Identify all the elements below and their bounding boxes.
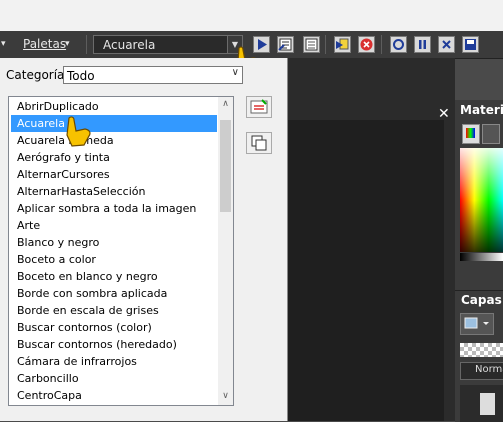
list-item[interactable]: Blanco y negro <box>9 234 217 251</box>
copy-icon <box>251 135 267 151</box>
stop-red-icon <box>360 38 373 51</box>
list-item[interactable]: CentroCapa <box>9 387 217 404</box>
toolbar-separator <box>381 35 382 54</box>
list-item[interactable]: AlternarHastaSelección <box>9 183 217 200</box>
script-output-button[interactable] <box>334 36 351 53</box>
list-item[interactable]: AlternarCursores <box>9 166 217 183</box>
new-layer-button[interactable] <box>460 313 494 335</box>
hand-pointer-icon <box>66 116 91 147</box>
frame-tab-icon[interactable] <box>462 124 480 144</box>
stop-record-button[interactable] <box>438 36 455 53</box>
layer-opacity-checker <box>460 343 503 357</box>
script-list[interactable]: AbrirDuplicado Acuarela Acuarela húmeda Aer… <box>8 96 234 406</box>
scrollbar-thumb[interactable] <box>220 120 231 212</box>
save-script-button[interactable] <box>462 36 479 53</box>
blend-mode-value: Norma <box>475 364 503 375</box>
record-button[interactable] <box>390 36 407 53</box>
layers-panel: Capas Norma <box>455 290 503 422</box>
layers-panel-title: Capas <box>461 293 502 307</box>
materials-panel <box>455 120 503 290</box>
grayscale-strip[interactable] <box>460 253 503 261</box>
toolbar-dropdown-arrow-icon[interactable]: ▾ <box>1 31 6 58</box>
color-spectrum-picker[interactable] <box>460 148 503 252</box>
layers-icon <box>464 317 489 329</box>
copy-script-side-button[interactable] <box>246 132 272 154</box>
edit-page-icon <box>305 38 318 51</box>
run-script-interactive-button[interactable] <box>277 36 294 53</box>
list-item[interactable]: Aerógrafo y tinta <box>9 149 217 166</box>
list-item[interactable]: AbrirDuplicado <box>9 98 217 115</box>
script-combo[interactable]: Acuarela ▼ <box>93 35 243 54</box>
script-page-icon <box>278 38 292 51</box>
list-item[interactable]: Acuarela húmeda <box>9 132 217 149</box>
list-scrollbar[interactable]: ∧ ∨ <box>218 97 233 405</box>
title-strip <box>0 0 503 31</box>
paletas-menu[interactable]: Paletas <box>23 31 66 58</box>
edit-script-button[interactable] <box>303 36 320 53</box>
toolbar-separator <box>86 35 87 54</box>
scroll-up-icon[interactable]: ∧ <box>218 97 233 112</box>
edit-script-side-button[interactable] <box>246 96 272 118</box>
pause-button[interactable] <box>414 36 431 53</box>
category-label: Categoría: <box>6 68 69 82</box>
list-item[interactable]: Cámara de infrarrojos <box>9 353 217 370</box>
script-combo-value: Acuarela <box>103 38 156 52</box>
layer-thumbnail[interactable] <box>480 393 495 415</box>
edit-check-icon <box>250 99 268 114</box>
scroll-down-icon[interactable]: ∨ <box>218 389 233 404</box>
save-icon <box>465 39 476 50</box>
close-x-icon <box>442 40 451 49</box>
list-item[interactable]: Borde en escala de grises <box>9 302 217 319</box>
blend-mode-select[interactable]: Norma <box>460 362 503 380</box>
list-item[interactable]: Buscar contornos (color) <box>9 319 217 336</box>
paletas-menu-arrow-icon[interactable]: ▾ <box>65 31 70 58</box>
image-workspace: ✕ <box>287 58 455 421</box>
list-item[interactable]: Boceto en blanco y negro <box>9 268 217 285</box>
list-item[interactable]: Carboncillo <box>9 370 217 387</box>
cancel-script-button[interactable] <box>358 36 375 53</box>
layers-list <box>460 385 503 422</box>
list-item[interactable]: Aplicar sombra a toda la imagen <box>9 200 217 217</box>
list-item[interactable]: Boceto a color <box>9 251 217 268</box>
chevron-down-icon: ∨ <box>231 67 239 78</box>
category-select-value: Todo <box>67 69 95 83</box>
list-item[interactable]: Borde con sombra aplicada <box>9 285 217 302</box>
palette-tab-icon[interactable] <box>482 124 500 144</box>
materials-panel-title: Materia <box>460 103 503 117</box>
list-item[interactable]: Buscar contornos (heredado) <box>9 336 217 353</box>
materials-panel-header: Materia <box>455 100 503 120</box>
run-arrow-icon <box>336 38 349 50</box>
script-toolbar: ▾ Paletas ▾ Acuarela ▼ <box>0 31 503 71</box>
script-selection-popup: Categoría: Todo ∨ AbrirDuplicado Acuarela… <box>0 58 288 421</box>
document-canvas <box>288 120 444 421</box>
list-item[interactable]: Arte <box>9 217 217 234</box>
toolbar-separator <box>325 35 326 54</box>
category-select[interactable]: Todo ∨ <box>63 66 243 84</box>
list-item[interactable]: Acuarela <box>11 115 217 132</box>
record-icon <box>393 39 404 50</box>
pause-icon <box>419 40 426 49</box>
